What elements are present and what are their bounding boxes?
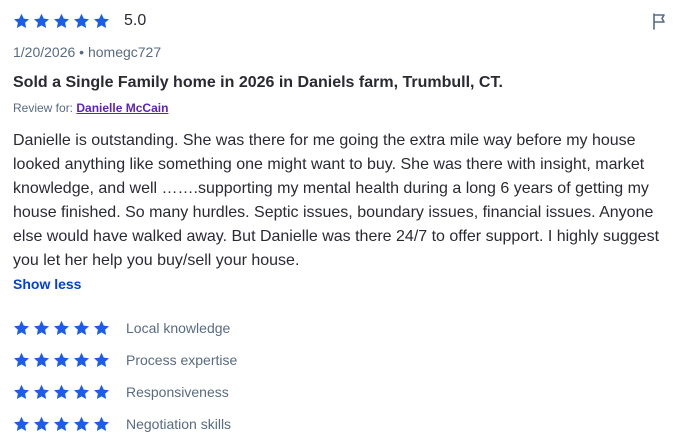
criterion-stars bbox=[13, 416, 110, 433]
star-icon bbox=[13, 320, 30, 337]
criterion-stars bbox=[13, 320, 110, 337]
overall-stars bbox=[13, 13, 110, 30]
star-icon bbox=[93, 352, 110, 369]
star-icon bbox=[13, 416, 30, 433]
star-icon bbox=[73, 384, 90, 401]
star-icon bbox=[73, 352, 90, 369]
criterion-row: Responsiveness bbox=[13, 376, 237, 408]
criterion-row: Local knowledge bbox=[13, 312, 237, 344]
star-icon bbox=[93, 416, 110, 433]
agent-link[interactable]: Danielle McCain bbox=[76, 101, 168, 115]
review-meta: 1/20/2026 • homegc727 bbox=[13, 44, 162, 60]
overall-rating: 5.0 bbox=[13, 11, 146, 31]
star-icon bbox=[93, 320, 110, 337]
review-for-label: Review for: bbox=[13, 101, 74, 115]
show-less-button[interactable]: Show less bbox=[13, 276, 81, 292]
review-title: Sold a Single Family home in 2026 in Dan… bbox=[13, 74, 503, 91]
star-icon bbox=[33, 13, 50, 30]
star-icon bbox=[13, 13, 30, 30]
star-icon bbox=[73, 13, 90, 30]
star-icon bbox=[33, 416, 50, 433]
criterion-row: Process expertise bbox=[13, 344, 237, 376]
criterion-label: Responsiveness bbox=[126, 384, 229, 400]
criterion-label: Local knowledge bbox=[126, 320, 231, 336]
criterion-stars bbox=[13, 352, 110, 369]
star-icon bbox=[53, 13, 70, 30]
criterion-label: Negotiation skills bbox=[126, 416, 232, 432]
criterion-stars bbox=[13, 384, 110, 401]
star-icon bbox=[13, 352, 30, 369]
criterion-label: Process expertise bbox=[126, 352, 238, 368]
star-icon bbox=[53, 320, 70, 337]
star-icon bbox=[33, 384, 50, 401]
star-icon bbox=[33, 320, 50, 337]
star-icon bbox=[53, 384, 70, 401]
star-icon bbox=[33, 352, 50, 369]
star-icon bbox=[53, 352, 70, 369]
star-icon bbox=[93, 384, 110, 401]
star-icon bbox=[13, 384, 30, 401]
review-body: Danielle is outstanding. She was there f… bbox=[13, 132, 660, 269]
star-icon bbox=[73, 320, 90, 337]
review-for: Review for: Danielle McCain bbox=[13, 101, 168, 115]
star-icon bbox=[73, 416, 90, 433]
flag-icon[interactable] bbox=[651, 12, 667, 30]
star-icon bbox=[53, 416, 70, 433]
review-card: 5.0 1/20/2026 • homegc727 Sold a Single … bbox=[0, 0, 679, 442]
star-icon bbox=[93, 13, 110, 30]
criteria-ratings: Local knowledge Process expertise Responsi… bbox=[13, 312, 237, 440]
rating-value: 5.0 bbox=[124, 12, 147, 29]
criterion-row: Negotiation skills bbox=[13, 408, 237, 440]
